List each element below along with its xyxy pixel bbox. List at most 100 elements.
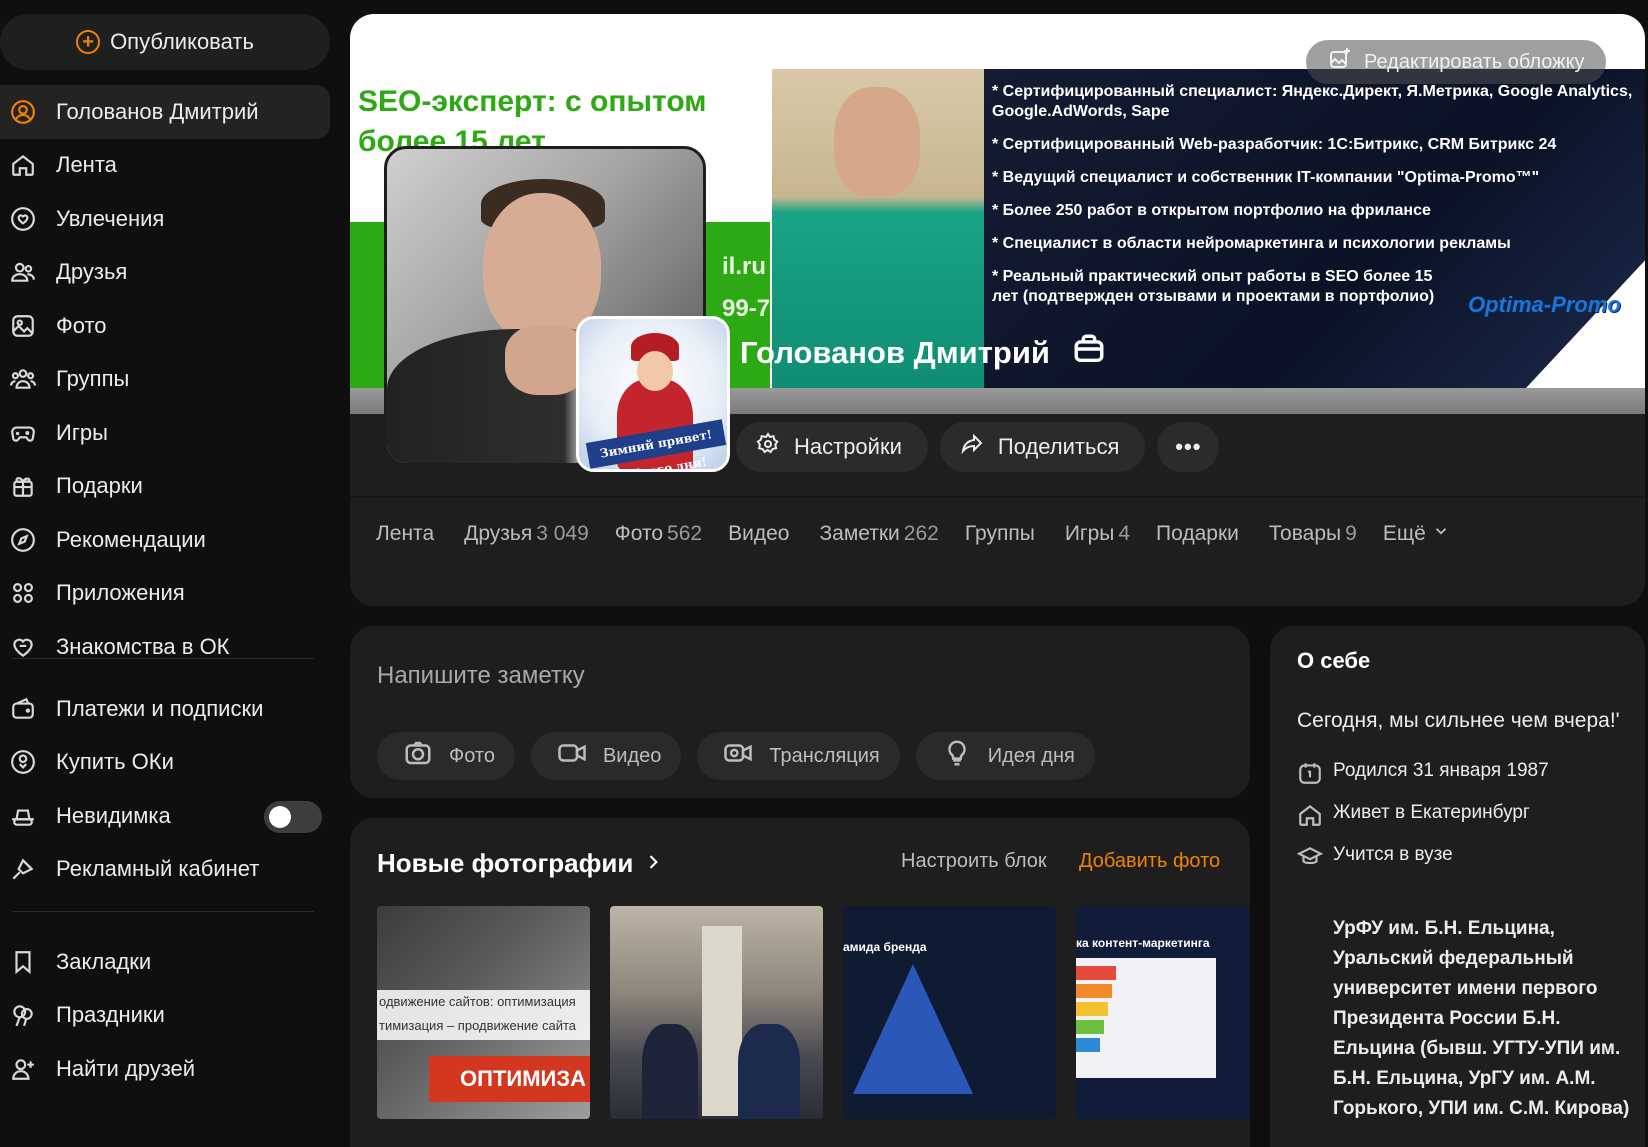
calendar-icon <box>1297 760 1323 792</box>
hobbies-icon <box>8 204 38 234</box>
tab-more[interactable]: Ещё <box>1383 522 1450 546</box>
chevron-right-icon <box>643 848 663 879</box>
sidebar-item-label: Фото <box>56 312 107 338</box>
sidebar-item-label: Рекламный кабинет <box>56 856 260 882</box>
new-photos-block: Новые фотографии Настроить блок Добавить… <box>350 818 1250 1147</box>
sidebar-item-photos[interactable]: Фото <box>0 299 330 353</box>
share-label: Поделиться <box>997 434 1120 459</box>
sidebar-item-feed[interactable]: Лента <box>0 139 330 193</box>
sidebar-item-invisible[interactable]: Невидимка <box>0 789 330 843</box>
sidebar-item-label: Праздники <box>56 1002 165 1028</box>
profile-name-text: Голованов Дмитрий <box>740 335 1050 370</box>
tab-notes[interactable]: Заметки 262 <box>819 522 938 546</box>
photo-icon <box>8 311 38 341</box>
tab-video[interactable]: Видео <box>728 522 793 546</box>
sidebar-item-hobbies[interactable]: Увлечения <box>0 192 330 246</box>
configure-block-link[interactable]: Настроить блок <box>901 850 1047 873</box>
about-university[interactable]: УрФУ им. Б.Н. Ельцина, Уральский федерал… <box>1333 914 1633 1124</box>
sidebar-item-find-friends[interactable]: Найти друзей <box>0 1042 330 1096</box>
sidebar-extra: Закладки Праздники Найти друзей <box>0 935 330 1096</box>
add-friend-icon <box>8 1054 38 1084</box>
sidebar-item-buy-ok[interactable]: Купить ОКи <box>0 736 330 790</box>
avatar-sticker[interactable]: Зимний привет! Доброго дня! <box>576 316 730 472</box>
video-camera-icon <box>557 738 587 774</box>
sidebar-item-friends[interactable]: Друзья <box>0 246 330 300</box>
publish-label: Опубликовать <box>110 29 254 54</box>
about-studies: Учится в вузе <box>1296 844 1453 876</box>
sidebar-item-recommendations[interactable]: Рекомендации <box>0 513 330 567</box>
add-photo-link[interactable]: Добавить фото <box>1079 850 1220 873</box>
balloons-icon <box>8 1000 38 1030</box>
edit-image-icon <box>1328 47 1352 77</box>
photo-thumbnail[interactable] <box>610 906 823 1119</box>
plus-icon: + <box>76 30 101 54</box>
sidebar-divider <box>12 658 314 659</box>
photo-thumbnail[interactable]: амида бренда <box>843 906 1056 1119</box>
sidebar-item-label: Купить ОКи <box>56 749 174 775</box>
sidebar-item-bookmarks[interactable]: Закладки <box>0 935 330 989</box>
sidebar-item-label: Знакомства в ОК <box>56 633 230 659</box>
photo-thumbnail[interactable]: ка контент-маркетинга <box>1076 906 1250 1119</box>
chevron-down-icon <box>1432 522 1450 546</box>
more-button[interactable]: ••• <box>1157 422 1220 472</box>
edit-cover-button[interactable]: Редактировать обложку <box>1306 40 1606 84</box>
compass-icon <box>8 525 38 555</box>
sidebar-item-label: Закладки <box>56 948 152 974</box>
note-input[interactable]: Напишите заметку <box>377 662 585 690</box>
sidebar-item-groups[interactable]: Группы <box>0 353 330 407</box>
photo-thumbnail[interactable]: одвижение сайтов: оптимизация тимизация –… <box>377 906 590 1119</box>
sidebar-item-label: Группы <box>56 366 130 392</box>
sidebar-item-holidays[interactable]: Праздники <box>0 989 330 1043</box>
composer-video-label: Видео <box>602 744 662 767</box>
sidebar-item-apps[interactable]: Приложения <box>0 567 330 621</box>
sidebar-item-gifts[interactable]: Подарки <box>0 460 330 514</box>
about-lives: Живет в Екатеринбург <box>1297 802 1530 834</box>
briefcase-icon[interactable] <box>1072 332 1106 374</box>
edit-cover-label: Редактировать обложку <box>1364 50 1585 73</box>
composer-stream-button[interactable]: Трансляция <box>697 732 900 780</box>
sidebar-item-payments[interactable]: Платежи и подписки <box>0 682 330 736</box>
composer-buttons: Фото Видео Трансляция Идея дня <box>377 732 1095 780</box>
cover-bullets: * Сертифицированный специалист: Яндекс.Д… <box>992 82 1642 320</box>
tab-groups[interactable]: Группы <box>965 522 1039 546</box>
new-photos-title[interactable]: Новые фотографии <box>377 848 663 879</box>
photo-thumbnails: одвижение сайтов: оптимизация тимизация –… <box>377 906 1250 1119</box>
tab-photos[interactable]: Фото 562 <box>615 522 702 546</box>
about-studies-text: Учится в вузе <box>1333 844 1453 865</box>
sidebar-item-profile[interactable]: Голованов Дмитрий <box>0 85 330 139</box>
sidebar-item-label: Игры <box>56 419 108 445</box>
sidebar-item-label: Рекомендации <box>56 526 206 552</box>
sidebar-item-label: Приложения <box>56 580 185 606</box>
tab-gifts[interactable]: Подарки <box>1156 522 1243 546</box>
thumb-text: амида бренда <box>843 940 927 954</box>
settings-button[interactable]: Настройки <box>736 422 928 472</box>
composer-video-button[interactable]: Видео <box>530 732 682 780</box>
incognito-icon <box>8 801 38 831</box>
gamepad-icon <box>8 418 38 448</box>
sidebar-item-games[interactable]: Игры <box>0 406 330 460</box>
groups-icon <box>8 364 38 394</box>
about-status: Сегодня, мы сильнее чем вчера!' <box>1297 709 1620 732</box>
profile-card: SEO-эксперт: с опытом более 15 лет il.ru… <box>350 14 1645 606</box>
settings-label: Настройки <box>794 434 902 459</box>
sidebar-item-ads[interactable]: Рекламный кабинет <box>0 843 330 897</box>
sidebar-item-dating[interactable]: Знакомства в ОК <box>0 620 330 674</box>
tab-goods[interactable]: Товары 9 <box>1269 522 1357 546</box>
sidebar-divider <box>12 911 314 912</box>
graduation-cap-icon <box>1296 844 1324 876</box>
cover-contact-fragments: il.ru 99-7 <box>722 246 770 330</box>
composer-idea-button[interactable]: Идея дня <box>915 732 1095 780</box>
tab-games[interactable]: Игры 4 <box>1065 522 1130 546</box>
share-button[interactable]: Поделиться <box>939 422 1146 472</box>
tab-feed[interactable]: Лента <box>376 522 438 546</box>
composer-idea-label: Идея дня <box>987 744 1075 767</box>
invisible-toggle[interactable] <box>264 801 322 833</box>
tab-friends[interactable]: Друзья 3 049 <box>464 522 589 546</box>
composer-photo-button[interactable]: Фото <box>377 732 515 780</box>
sidebar-item-label: Друзья <box>56 259 128 285</box>
thumb-text: одвижение сайтов: оптимизация <box>379 994 576 1009</box>
home-icon <box>1297 802 1323 834</box>
profile-tabs: Лента Друзья 3 049 Фото 562 Видео Заметки 2… <box>376 522 1450 546</box>
live-stream-icon <box>723 738 753 774</box>
publish-button[interactable]: + Опубликовать <box>0 14 330 70</box>
